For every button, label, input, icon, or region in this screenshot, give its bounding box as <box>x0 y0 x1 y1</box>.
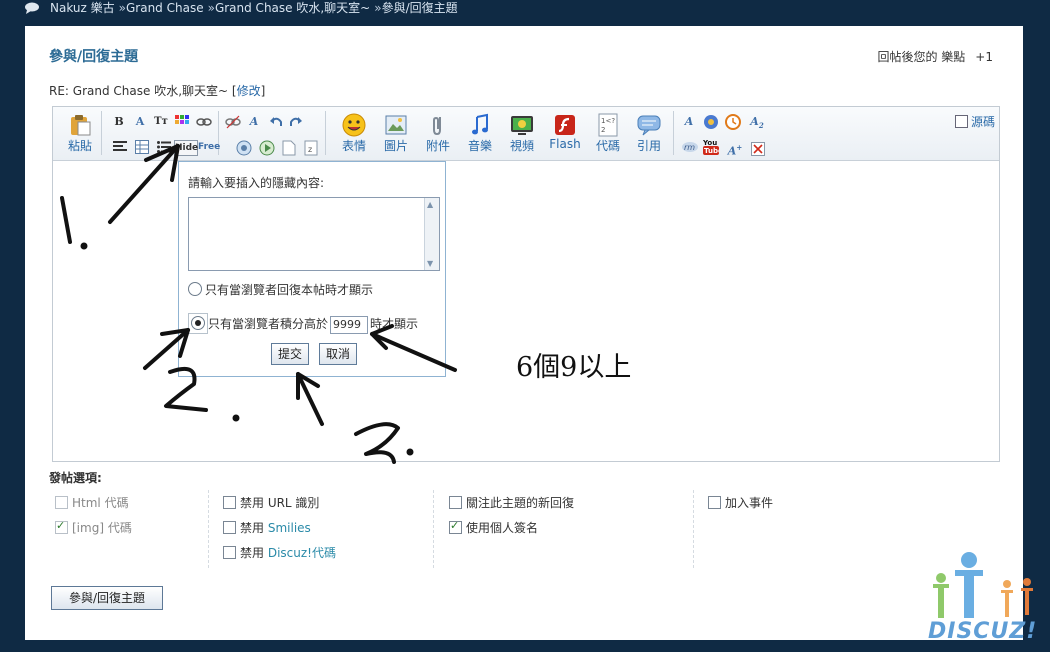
discuz-watermark: DISCUZ! <box>928 619 1038 644</box>
annotation-dot-1 <box>80 242 88 250</box>
arrow-to-score-input <box>370 332 457 372</box>
annotation-mark-2 <box>164 367 208 412</box>
hand-drawn-annotations <box>60 144 457 464</box>
annotation-mark-3 <box>354 422 400 464</box>
arrow-to-hide-button <box>108 144 180 224</box>
annotation-dot-2 <box>232 414 240 422</box>
annotation-mark-1 <box>60 196 72 244</box>
annotation-dot-3 <box>406 448 414 456</box>
annotation-text: 6個9以上 <box>516 352 632 383</box>
